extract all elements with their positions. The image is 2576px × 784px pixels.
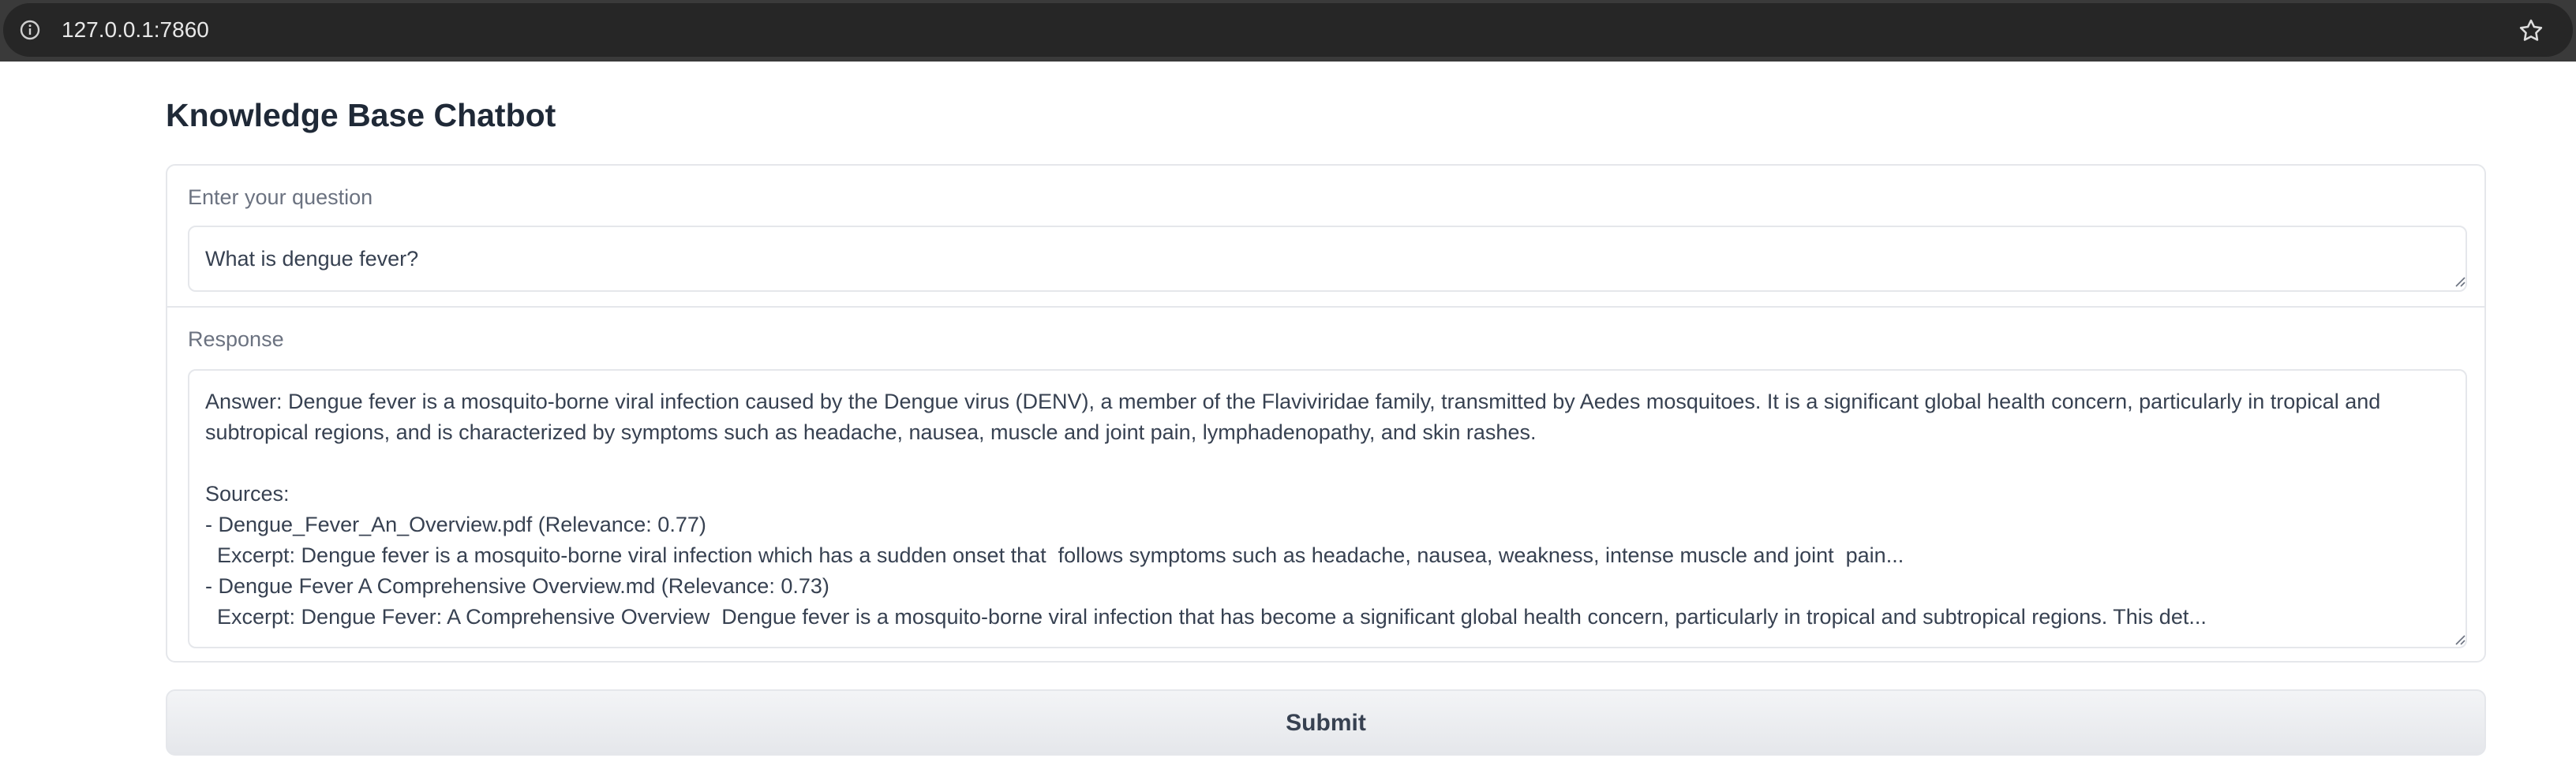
question-resize-handle[interactable] — [2453, 274, 2466, 287]
section-divider — [167, 306, 2484, 308]
browser-toolbar: 127.0.0.1:7860 — [0, 0, 2576, 62]
response-resize-handle[interactable] — [2453, 633, 2466, 645]
question-label: Enter your question — [188, 185, 373, 209]
response-output[interactable]: Answer: Dengue fever is a mosquito-borne… — [188, 369, 2467, 648]
submit-button[interactable]: Submit — [166, 689, 2486, 756]
star-icon[interactable] — [2518, 17, 2544, 44]
page-title: Knowledge Base Chatbot — [166, 97, 556, 133]
info-icon[interactable] — [19, 19, 41, 41]
response-label: Response — [188, 327, 284, 351]
url-text[interactable]: 127.0.0.1:7860 — [62, 16, 209, 44]
address-bar[interactable]: 127.0.0.1:7860 — [3, 3, 2573, 57]
chat-form: Enter your question What is dengue fever… — [166, 164, 2486, 663]
question-input[interactable]: What is dengue fever? — [188, 226, 2467, 292]
